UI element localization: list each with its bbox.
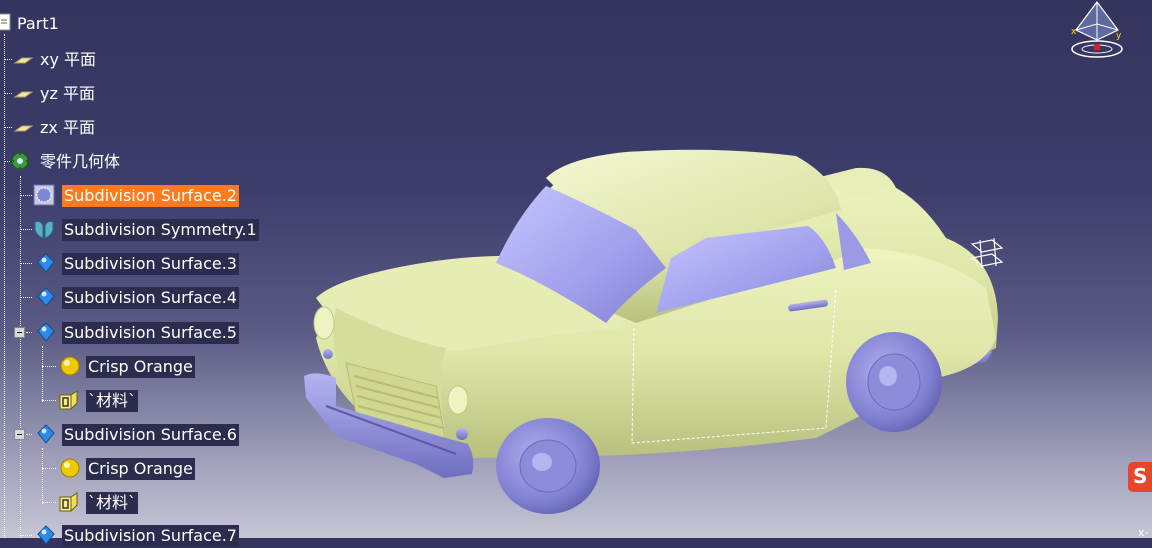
tree-connector bbox=[20, 195, 32, 196]
tree-item-material[interactable]: `材料` bbox=[0, 491, 150, 515]
tree-item-label: `材料` bbox=[86, 390, 139, 412]
origin-axis-marker-icon bbox=[970, 237, 1004, 269]
car-3d-model[interactable] bbox=[296, 138, 1016, 518]
tree-connector bbox=[20, 535, 32, 536]
yellow-sphere-icon bbox=[60, 458, 80, 478]
compass-x-label: x bbox=[1071, 27, 1077, 37]
tree-item-label: Subdivision Surface.3 bbox=[62, 253, 239, 275]
tree-connector bbox=[42, 400, 56, 401]
tree-item-label: zx 平面 bbox=[40, 118, 95, 137]
tree-item-subdivision-surface-2[interactable]: Subdivision Surface.2 bbox=[0, 184, 250, 208]
tree-item-label: Subdivision Surface.7 bbox=[62, 525, 239, 547]
tree-item-subdivision-surface-4[interactable]: Subdivision Surface.4 bbox=[0, 286, 250, 310]
blue-gem-icon bbox=[37, 424, 55, 444]
tree-connector bbox=[20, 263, 32, 264]
brand-logo-letter: S bbox=[1133, 464, 1148, 488]
tree-item-label: Crisp Orange bbox=[86, 356, 195, 378]
tree-item-yz-plane[interactable]: yz 平面 bbox=[0, 82, 120, 106]
specification-tree[interactable]: Part1 xy 平面 yz 平面 zx 平面 零件几何体 Subdivisio… bbox=[0, 0, 300, 547]
yellow-sphere-icon bbox=[60, 356, 80, 376]
collapse-toggle[interactable] bbox=[14, 429, 25, 440]
tree-item-zx-plane[interactable]: zx 平面 bbox=[0, 116, 120, 140]
blue-gem-icon bbox=[37, 322, 55, 342]
tree-item-label: Subdivision Surface.4 bbox=[62, 287, 239, 309]
plane-icon bbox=[13, 91, 34, 98]
subdivision-symmetry-icon bbox=[34, 221, 54, 239]
tree-item-xy-plane[interactable]: xy 平面 bbox=[0, 48, 120, 72]
tree-connector bbox=[4, 127, 12, 128]
tree-connector bbox=[4, 59, 12, 60]
tree-connector bbox=[26, 434, 32, 435]
tree-connector bbox=[20, 229, 32, 230]
tree-item-label: `材料` bbox=[86, 492, 139, 514]
compass-y-label: y bbox=[1116, 31, 1122, 41]
material-box-icon bbox=[59, 390, 78, 410]
tree-item-label: Crisp Orange bbox=[86, 458, 195, 480]
blue-gem-icon bbox=[37, 525, 55, 545]
blue-gem-icon bbox=[37, 253, 55, 273]
tree-item-label: Subdivision Surface.6 bbox=[62, 424, 239, 446]
tree-item-label: Subdivision Surface.2 bbox=[62, 185, 239, 207]
collapse-toggle[interactable] bbox=[14, 327, 25, 338]
tree-item-material[interactable]: `材料` bbox=[0, 389, 150, 413]
tree-item-subdivision-surface-6[interactable]: Subdivision Surface.6 bbox=[0, 423, 250, 447]
tree-item-crisp-orange[interactable]: Crisp Orange bbox=[0, 355, 210, 379]
tree-connector bbox=[4, 93, 12, 94]
corner-axis-text: x- bbox=[1138, 526, 1149, 539]
tree-item-part-body[interactable]: 零件几何体 bbox=[0, 150, 140, 174]
tree-item-label: Subdivision Symmetry.1 bbox=[62, 219, 259, 241]
subdivision-surface-icon bbox=[33, 184, 55, 206]
tree-item-label: yz 平面 bbox=[40, 84, 95, 103]
tree-item-label: 零件几何体 bbox=[40, 152, 121, 171]
part-body-gear-icon bbox=[10, 151, 30, 171]
tree-connector bbox=[42, 502, 56, 503]
tree-item-crisp-orange[interactable]: Crisp Orange bbox=[0, 457, 210, 481]
tree-connector bbox=[26, 332, 32, 333]
tree-item-subdivision-surface-7[interactable]: Subdivision Surface.7 bbox=[0, 524, 250, 548]
material-box-icon bbox=[59, 492, 78, 512]
tree-root-label: Part1 bbox=[17, 14, 59, 33]
tree-connector bbox=[42, 366, 56, 367]
tree-connector bbox=[20, 297, 32, 298]
blue-gem-icon bbox=[37, 287, 55, 307]
tree-item-label: Subdivision Surface.5 bbox=[62, 322, 239, 344]
plane-icon bbox=[13, 57, 34, 64]
compass-icon[interactable]: x y bbox=[1066, 0, 1128, 62]
tree-item-subdivision-surface-5[interactable]: Subdivision Surface.5 bbox=[0, 321, 250, 345]
tree-item-subdivision-symmetry-1[interactable]: Subdivision Symmetry.1 bbox=[0, 218, 270, 242]
brand-logo-badge: S bbox=[1128, 462, 1152, 492]
tree-connector bbox=[42, 468, 56, 469]
plane-icon bbox=[13, 125, 34, 132]
tree-item-subdivision-surface-3[interactable]: Subdivision Surface.3 bbox=[0, 252, 250, 276]
tree-item-label: xy 平面 bbox=[40, 50, 97, 69]
